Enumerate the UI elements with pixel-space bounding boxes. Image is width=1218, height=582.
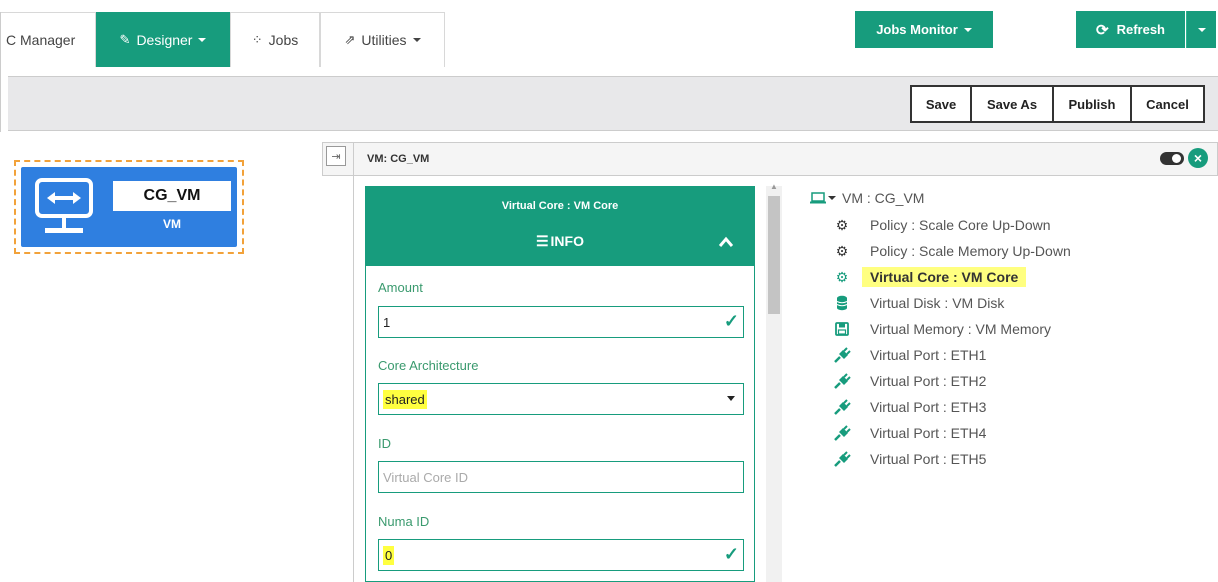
tree-item-virtual-disk[interactable]: Virtual Disk : VM Disk <box>832 291 1004 315</box>
caret-down-icon <box>412 38 421 42</box>
toggle-switch[interactable] <box>1160 152 1184 165</box>
collapse-icon: ⇥ <box>331 150 341 163</box>
tab-c-manager[interactable]: C Manager <box>0 12 96 67</box>
spinner-icon: ⁘ <box>251 32 263 47</box>
tree-item-label: Policy : Scale Core Up-Down <box>870 217 1051 233</box>
gears-icon: ⚙ <box>835 242 849 259</box>
card-title: Virtual Core : VM Core <box>501 200 619 212</box>
scroll-up-arrow[interactable]: ▲ <box>770 182 778 191</box>
tab-designer[interactable]: ✎ Designer <box>96 12 230 67</box>
tab-label: Utilities <box>361 32 407 48</box>
tree-item-label: Virtual Port : ETH1 <box>870 347 987 363</box>
info-tab-label: INFO <box>550 233 584 249</box>
core-architecture-select[interactable]: shared <box>378 383 744 415</box>
amount-input[interactable]: 1 ✓ <box>378 306 744 338</box>
jobs-monitor-label: Jobs Monitor <box>876 22 958 37</box>
tree-item-label: Virtual Port : ETH3 <box>870 399 987 415</box>
vm-type-label: VM <box>163 217 181 231</box>
gears-icon: ⚙ <box>835 216 849 233</box>
amount-value: 1 <box>383 315 391 330</box>
info-tab[interactable]: ☰ INFO <box>366 233 754 250</box>
core-architecture-value: shared <box>383 390 427 409</box>
check-icon: ✓ <box>723 544 739 564</box>
tree-item-label: Policy : Scale Memory Up-Down <box>870 243 1071 259</box>
tab-utilities[interactable]: ⇗ Utilities <box>320 12 445 67</box>
tab-label: C Manager <box>6 32 76 48</box>
tree-item-port-eth2[interactable]: Virtual Port : ETH2 <box>832 369 986 393</box>
numa-id-label: Numa ID <box>378 514 430 529</box>
amount-label: Amount <box>378 280 423 295</box>
collapse-panel-button[interactable]: ⇥ <box>326 146 346 166</box>
id-placeholder: Virtual Core ID <box>383 470 469 485</box>
external-link-icon: ⇗ <box>344 32 356 47</box>
id-label: ID <box>378 436 391 451</box>
tree-item-policy-memory[interactable]: ⚙ Policy : Scale Memory Up-Down <box>832 239 1071 263</box>
refresh-icon: ⟳ <box>1096 21 1109 39</box>
action-toolbar: Save Save As Publish Cancel <box>8 76 1218 131</box>
refresh-label: Refresh <box>1116 22 1165 37</box>
vm-name-label: CG_VM <box>113 181 231 211</box>
caret-down-icon <box>963 27 972 32</box>
caret-down-icon <box>198 38 207 42</box>
refresh-dropdown-button[interactable] <box>1186 11 1216 48</box>
publish-button[interactable]: Publish <box>1052 85 1132 123</box>
close-icon[interactable]: × <box>1188 148 1208 168</box>
plug-icon <box>832 398 852 416</box>
tab-jobs[interactable]: ⁘ Jobs <box>230 12 320 67</box>
panel-title: VM: CG_VM <box>367 153 430 165</box>
plug-icon <box>832 450 852 468</box>
caret-down-icon <box>727 396 735 401</box>
panel-header: VM: CG_VM <box>322 142 1218 176</box>
database-icon <box>832 294 852 312</box>
refresh-button[interactable]: ⟳ Refresh <box>1076 11 1185 48</box>
list-icon: ☰ <box>535 233 549 249</box>
tree-item-port-eth1[interactable]: Virtual Port : ETH1 <box>832 343 986 367</box>
tab-label: Designer <box>136 32 193 48</box>
core-architecture-label: Core Architecture <box>378 358 479 373</box>
tree-root[interactable]: VM : CG_VM <box>810 190 924 206</box>
tree-item-policy-core[interactable]: ⚙ Policy : Scale Core Up-Down <box>832 213 1051 237</box>
tree-item-label: Virtual Port : ETH2 <box>870 373 987 389</box>
save-button[interactable]: Save <box>910 85 972 123</box>
tree-item-label: Virtual Disk : VM Disk <box>870 295 1005 311</box>
caret-down-icon <box>828 196 836 200</box>
properties-card: Virtual Core : VM Core ☰ INFO Amount 1 ✓ … <box>365 186 755 582</box>
numa-id-input[interactable]: 0 ✓ <box>378 539 744 571</box>
save-as-button[interactable]: Save As <box>970 85 1054 123</box>
plug-icon <box>832 346 852 364</box>
tree-item-label: Virtual Port : ETH5 <box>870 451 987 467</box>
left-border <box>0 12 8 132</box>
tab-label: Jobs <box>268 32 299 48</box>
tree-item-port-eth3[interactable]: Virtual Port : ETH3 <box>832 395 986 419</box>
vm-node-body: CG_VM VM <box>21 167 237 247</box>
plug-icon <box>832 424 852 442</box>
vm-monitor-icon <box>35 178 93 233</box>
scrollbar-thumb[interactable] <box>768 196 780 314</box>
tree-item-port-eth4[interactable]: Virtual Port : ETH4 <box>832 421 986 445</box>
edit-icon: ✎ <box>119 32 131 47</box>
caret-down-icon <box>1197 27 1206 32</box>
panel-divider <box>353 143 354 582</box>
check-icon: ✓ <box>723 311 739 331</box>
card-header: Virtual Core : VM Core ☰ INFO <box>366 187 754 266</box>
top-navigation-bar: C Manager ✎ Designer ⁘ Jobs ⇗ Utilities … <box>0 0 1218 76</box>
cancel-button[interactable]: Cancel <box>1130 85 1205 123</box>
tree-item-port-eth5[interactable]: Virtual Port : ETH5 <box>832 447 986 471</box>
gear-icon: ⚙ <box>835 268 849 285</box>
numa-id-value: 0 <box>383 546 395 565</box>
tree-root-label: VM : CG_VM <box>842 190 925 206</box>
jobs-monitor-button[interactable]: Jobs Monitor <box>855 11 993 48</box>
vm-node[interactable]: CG_VM VM <box>14 160 244 254</box>
chevron-up-icon[interactable] <box>719 235 733 249</box>
tree-item-virtual-core[interactable]: ⚙ Virtual Core : VM Core <box>832 265 1027 289</box>
virtual-core-id-input[interactable]: Virtual Core ID <box>378 461 744 493</box>
laptop-icon <box>810 192 826 204</box>
tree-item-label: Virtual Memory : VM Memory <box>870 321 1051 337</box>
tree-item-label: Virtual Core : VM Core <box>862 267 1027 287</box>
tree-item-virtual-memory[interactable]: Virtual Memory : VM Memory <box>832 317 1051 341</box>
floppy-icon <box>832 320 852 338</box>
plug-icon <box>832 372 852 390</box>
tree-item-label: Virtual Port : ETH4 <box>870 425 987 441</box>
